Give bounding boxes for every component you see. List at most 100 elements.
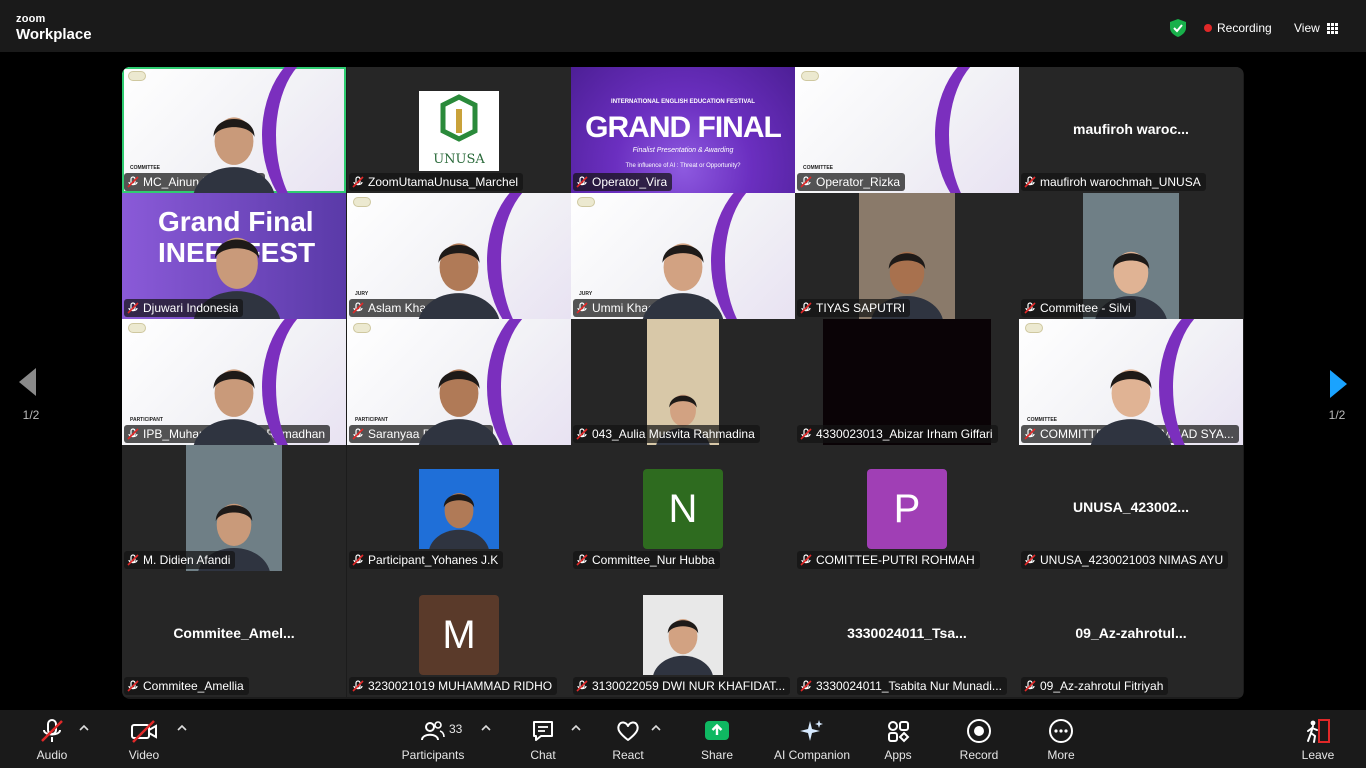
react-button[interactable]: React <box>609 718 647 766</box>
heart-icon <box>617 721 639 741</box>
participant-tile[interactable]: INTERNATIONAL ENGLISH EDUCATION FESTIVAL… <box>571 67 795 193</box>
apps-button[interactable]: Apps <box>880 718 916 766</box>
participant-tile[interactable]: JURY Aslam Khan <box>347 193 571 319</box>
event-logo-icon <box>128 323 146 333</box>
react-options-chevron-icon[interactable] <box>650 722 662 734</box>
sparkle-icon <box>800 720 823 741</box>
role-label: JURY <box>579 291 593 297</box>
page-indicator-left: 1/2 <box>22 408 40 422</box>
participant-tile[interactable]: TIYAS SAPUTRI <box>795 193 1019 319</box>
participant-name: Committee_Nur Hubba <box>592 553 715 567</box>
participant-tile[interactable]: COMMITTEE Operator_Rizka <box>795 67 1019 193</box>
participant-tile[interactable]: 09_Az-zahrotul... 09_Az-zahrotul Fitriyah <box>1019 571 1243 697</box>
chat-button[interactable]: Chat <box>525 718 561 766</box>
participant-tile[interactable]: Commitee_Amel... Commitee_Amellia <box>122 571 346 697</box>
participant-tile[interactable]: 3130022059 DWI NUR KHAFIDAT... <box>571 571 795 697</box>
participant-tile[interactable]: PARTICIPANTSaranyaa Prommanop <box>347 319 571 445</box>
microphone-muted-icon <box>1024 302 1036 314</box>
participant-name: maufiroh warochmah_UNUSA <box>1040 175 1201 189</box>
previous-page-icon[interactable] <box>19 368 36 396</box>
microphone-muted-icon <box>800 302 812 314</box>
video-feed <box>174 85 294 193</box>
participant-tile[interactable]: JURYUmmi Khaerati Syam <box>571 193 795 319</box>
participant-name-tag: 3230021019 MUHAMMAD RIDHO <box>349 677 558 695</box>
participant-name: Djuwari Indonesia <box>143 301 239 315</box>
participant-name-tag: Operator_Vira <box>573 173 673 191</box>
role-label: PARTICIPANT <box>130 417 163 423</box>
shield-check-icon[interactable] <box>1170 19 1186 37</box>
participant-name: COMITTEE-PUTRI ROHMAH <box>816 553 975 567</box>
more-button[interactable]: More <box>1043 718 1079 766</box>
share-button[interactable]: Share <box>700 718 734 766</box>
video-button[interactable]: Video <box>124 718 164 766</box>
recording-indicator[interactable]: Recording <box>1204 21 1272 35</box>
grid-icon <box>1326 22 1338 34</box>
ai-companion-button[interactable]: AI Companion <box>770 718 854 766</box>
participant-tile[interactable]: 4330023013_Abizar Irham Giffari <box>795 319 1019 445</box>
participant-tile[interactable]: UNUSA ZoomUtamaUnusa_Marchel <box>347 67 571 193</box>
poster-title: GRAND FINAL <box>585 111 782 144</box>
leave-button[interactable]: Leave <box>1300 718 1336 766</box>
role-label: JURY <box>355 291 369 297</box>
participant-tile[interactable]: COMMITTEEMC_Ainun Rayyan. M <box>122 67 346 193</box>
chat-options-chevron-icon[interactable] <box>570 722 582 734</box>
avatar: M <box>419 595 499 675</box>
audio-button[interactable]: Audio <box>32 718 72 766</box>
participant-display-name: Commitee_Amel... <box>173 625 295 641</box>
participants-options-chevron-icon[interactable] <box>480 722 492 734</box>
participant-tile[interactable]: P COMITTEE-PUTRI ROHMAH <box>795 445 1019 571</box>
meeting-toolbar: Audio Video Participants 33 Chat React S… <box>0 710 1366 768</box>
participant-tile[interactable]: 043_Aulia Musvita Rahmadina <box>571 319 795 445</box>
participant-tile[interactable]: maufiroh waroc... maufiroh warochmah_UNUS… <box>1019 67 1243 193</box>
participant-name: ZoomUtamaUnusa_Marchel <box>368 175 519 189</box>
event-logo-icon <box>801 71 819 81</box>
audio-options-chevron-icon[interactable] <box>78 722 90 734</box>
top-bar: zoom Workplace Recording View <box>0 0 1366 52</box>
participant-name: 3230021019 MUHAMMAD RIDHO <box>368 679 553 693</box>
participant-tile[interactable]: 3330024011_Tsa... 3330024011_Tsabita Nur … <box>795 571 1019 697</box>
view-label: View <box>1294 21 1320 35</box>
zoom-logo: zoom Workplace <box>16 13 92 43</box>
next-page-icon[interactable] <box>1330 370 1347 398</box>
microphone-muted-icon <box>41 719 63 742</box>
view-button[interactable]: View <box>1294 21 1338 35</box>
participant-tile[interactable]: Grand Final INEEDFESTDjuwari Indonesia <box>122 193 346 319</box>
participant-tile[interactable]: M 3230021019 MUHAMMAD RIDHO <box>347 571 571 697</box>
react-label: React <box>612 748 644 762</box>
participant-tile[interactable]: Committee - Silvi <box>1019 193 1243 319</box>
participant-tile[interactable]: COMMITTEECOMMITTEE _ MUHAMMAD SYA... <box>1019 319 1243 445</box>
profile-photo <box>643 595 723 675</box>
participant-tile[interactable]: N Committee_Nur Hubba <box>571 445 795 571</box>
video-feed <box>623 211 743 319</box>
participant-tile[interactable]: Participant_Yohanes J.K <box>347 445 571 571</box>
video-options-chevron-icon[interactable] <box>176 722 188 734</box>
video-feed <box>399 211 519 319</box>
poster-sub: Finalist Presentation & Awarding <box>632 147 734 154</box>
participant-name: 3130022059 DWI NUR KHAFIDAT... <box>592 679 786 693</box>
brand-top: zoom <box>16 13 46 25</box>
participants-label: Participants <box>401 748 465 762</box>
role-label: COMMITTEE <box>1027 417 1057 423</box>
ai-companion-label: AI Companion <box>773 748 851 762</box>
participant-tile[interactable]: UNUSA_423002... UNUSA_4230021003 NIMAS AY… <box>1019 445 1243 571</box>
participant-name-tag: UNUSA_4230021003 NIMAS AYU <box>1021 551 1229 569</box>
microphone-muted-icon <box>1024 554 1036 566</box>
video-feed <box>1071 337 1191 445</box>
more-label: More <box>1047 748 1075 762</box>
participant-name: 4330023013_Abizar Irham Giffari <box>816 427 993 441</box>
microphone-muted-icon <box>800 554 812 566</box>
profile-photo <box>419 469 499 549</box>
apps-icon <box>888 721 910 743</box>
microphone-muted-icon <box>576 428 588 440</box>
recording-label: Recording <box>1217 21 1272 35</box>
participant-name-tag: ZoomUtamaUnusa_Marchel <box>349 173 524 191</box>
chat-icon <box>533 721 553 741</box>
participant-name: 09_Az-zahrotul Fitriyah <box>1040 679 1164 693</box>
participant-display-name: 3330024011_Tsa... <box>847 625 967 641</box>
participant-name-tag: Committee_Nur Hubba <box>573 551 720 569</box>
participant-tile[interactable]: PARTICIPANTIPB_Muhammad Fajar Ramadhan <box>122 319 346 445</box>
record-button[interactable]: Record <box>958 718 1000 766</box>
participant-tile[interactable]: M. Didien Afandi <box>122 445 346 571</box>
participant-name-tag: COMITTEE-PUTRI ROHMAH <box>797 551 980 569</box>
participants-icon <box>421 721 445 741</box>
